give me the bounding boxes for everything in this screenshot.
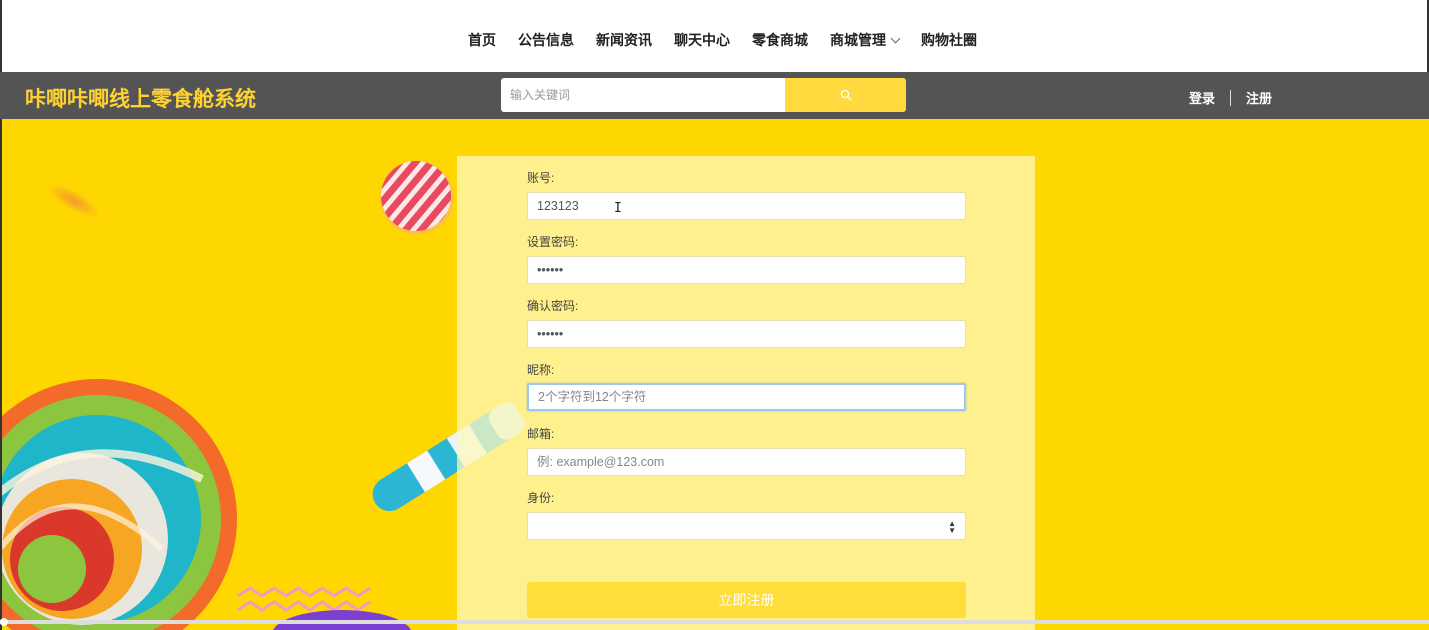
chevron-down-icon [890,33,901,43]
scrollbar-handle[interactable] [0,618,8,626]
search-input[interactable] [501,78,785,112]
nav-item-label: 商城管理 [830,32,886,48]
nav-item-shop-management[interactable]: 商城管理 [830,30,901,50]
register-form-panel: 账号: 设置密码: 确认密码: 昵称: 邮箱: 身份: ▲▼ 立即注册 [457,156,1035,630]
search-icon [840,89,851,101]
nav-item-label: 购物社圈 [921,32,977,48]
nickname-input[interactable] [527,383,966,411]
site-title: 咔唧咔唧线上零食舱系统 [25,88,256,111]
nav-item-label: 新闻资讯 [596,32,652,48]
role-label: 身份: [527,491,555,505]
role-select[interactable]: ▲ ▼ [527,512,966,540]
confirm-password-input[interactable] [527,320,966,348]
nav-item-label: 首页 [468,32,496,48]
auth-links: 登录 注册 [1189,88,1272,107]
nav-menu: 首页 公告信息 新闻资讯 聊天中心 零食商城 商城管理 购物社圈 [468,30,999,50]
email-label: 邮箱: [527,427,555,441]
email-input[interactable] [527,448,966,476]
select-arrows-icon: ▲ ▼ [948,519,956,535]
hero-background: 账号: 设置密码: 确认密码: 昵称: 邮箱: 身份: ▲▼ 立即注册 [0,119,1429,630]
account-label: 账号: [527,171,555,185]
nav-item-community[interactable]: 购物社圈 [921,30,977,50]
login-link[interactable]: 登录 [1189,88,1215,107]
nav-item-label: 公告信息 [518,32,574,48]
header-bar: 咔唧咔唧线上零食舱系统 登录 注册 [0,72,1429,119]
divider [1229,89,1231,106]
top-nav: 首页 公告信息 新闻资讯 聊天中心 零食商城 商城管理 购物社圈 [0,0,1429,72]
nav-item-shop[interactable]: 零食商城 [752,30,808,50]
nav-item-news[interactable]: 新闻资讯 [596,30,652,50]
nav-item-chat[interactable]: 聊天中心 [674,30,730,50]
register-submit-button[interactable]: 立即注册 [527,582,966,618]
account-input[interactable] [527,192,966,220]
search-button[interactable] [785,78,906,112]
password-label: 设置密码: [527,235,579,249]
nav-item-announcements[interactable]: 公告信息 [518,30,574,50]
register-link[interactable]: 注册 [1246,88,1272,107]
nickname-label: 昵称: [527,363,555,377]
confirm-password-label: 确认密码: [527,299,579,313]
password-input[interactable] [527,256,966,284]
nav-item-home[interactable]: 首页 [468,30,496,50]
text-cursor-icon: I [614,201,622,216]
scrollbar-track[interactable] [0,618,1429,626]
nav-item-label: 聊天中心 [674,32,730,48]
nav-item-label: 零食商城 [752,32,808,48]
